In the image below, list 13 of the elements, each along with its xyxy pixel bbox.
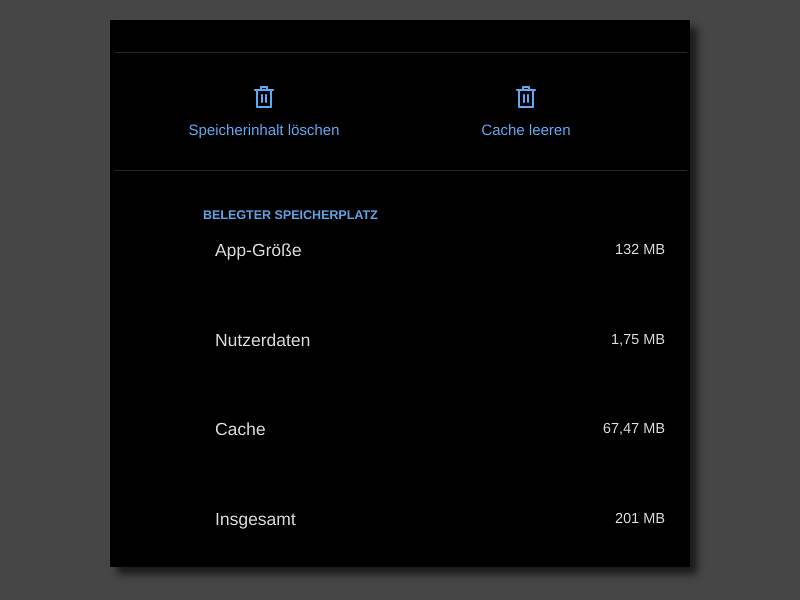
storage-label: App-Größe <box>215 240 302 260</box>
storage-label: Nutzerdaten <box>215 330 310 350</box>
trash-icon <box>254 85 274 109</box>
storage-value: 1,75 MB <box>611 330 665 348</box>
storage-label: Cache <box>215 419 266 439</box>
delete-action-button[interactable]: Speicherinhalt löschen <box>188 85 340 140</box>
storage-value: 201 MB <box>615 510 665 528</box>
trash-icon <box>516 85 536 109</box>
storage-value: 67,47 MB <box>602 420 665 438</box>
storage-value: 132 MB <box>615 241 665 259</box>
delete-action-button[interactable]: Cache leeren <box>481 85 571 140</box>
storage-label: Insgesamt <box>215 508 296 528</box>
section-header: BELEGTER SPEICHERPLATZ <box>203 207 378 223</box>
